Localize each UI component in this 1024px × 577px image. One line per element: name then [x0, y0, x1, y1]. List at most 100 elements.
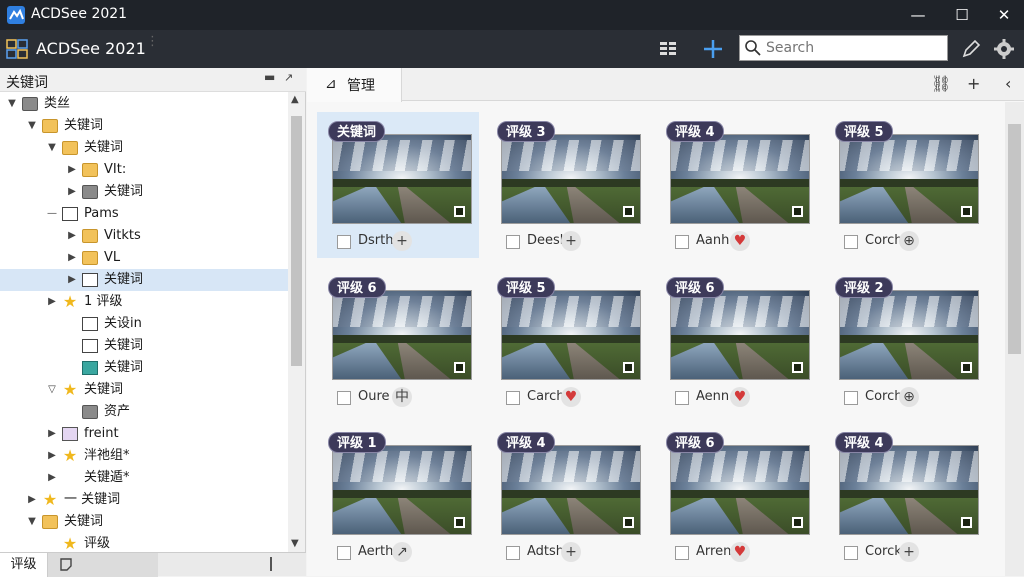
- select-checkbox[interactable]: [844, 391, 858, 405]
- thumbnail-image[interactable]: [670, 134, 810, 224]
- expand-corner-icon[interactable]: [623, 517, 634, 528]
- close-button[interactable]: ✕: [984, 0, 1024, 30]
- tree-scrollbar[interactable]: ▲ ▼: [288, 92, 305, 552]
- thumbnail-image[interactable]: [501, 134, 641, 224]
- thumbnail-card[interactable]: 评级 4 Adtsh +: [486, 423, 648, 569]
- thumbnail-image[interactable]: [501, 445, 641, 535]
- tree-node[interactable]: ▶ VL: [0, 247, 288, 269]
- thumbnail-card[interactable]: 评级 6 Aenn ♥: [655, 268, 817, 414]
- tree-node[interactable]: ▶ ★ 泮祂组*: [0, 445, 288, 467]
- expand-corner-icon[interactable]: [454, 517, 465, 528]
- thumbnail-image[interactable]: [839, 290, 979, 380]
- tree-expander-icon[interactable]: ▶: [46, 291, 58, 313]
- select-checkbox[interactable]: [337, 546, 351, 560]
- expand-corner-icon[interactable]: [792, 362, 803, 373]
- select-checkbox[interactable]: [675, 546, 689, 560]
- tab-ratings[interactable]: 评级: [0, 553, 48, 577]
- card-action-icon[interactable]: ⊕: [899, 231, 919, 251]
- thumbnail-card[interactable]: 评级 4 Aanh ♥: [655, 112, 817, 258]
- tree-expander-icon[interactable]: ▶: [46, 423, 58, 445]
- tree-expander-icon[interactable]: ▶: [66, 269, 78, 291]
- settings-gear-icon[interactable]: [991, 37, 1017, 61]
- tree-expander-icon[interactable]: ▽: [46, 379, 58, 401]
- card-action-icon[interactable]: +: [561, 542, 581, 562]
- tree-node[interactable]: ▶ 关键词: [0, 269, 288, 291]
- link-icon[interactable]: ⛓: [931, 74, 951, 93]
- thumbnail-image[interactable]: [332, 134, 472, 224]
- heart-icon[interactable]: ♥: [730, 542, 750, 562]
- select-checkbox[interactable]: [506, 546, 520, 560]
- select-checkbox[interactable]: [506, 235, 520, 249]
- expand-corner-icon[interactable]: [623, 206, 634, 217]
- toolbar-drag-handle[interactable]: ⋮: [146, 35, 159, 48]
- tree-expander-icon[interactable]: ▶: [46, 445, 58, 467]
- thumbnail-card[interactable]: 评级 1 Aerth ↗: [317, 423, 479, 569]
- tree-expander-icon[interactable]: ▶: [66, 159, 78, 181]
- heart-icon[interactable]: ♥: [730, 231, 750, 251]
- tree-node[interactable]: ▽ ★ 关键词: [0, 379, 288, 401]
- thumbnail-card[interactable]: 评级 6 Arren ♥: [655, 423, 817, 569]
- edit-pen-icon[interactable]: [958, 37, 984, 61]
- tree-expander-icon[interactable]: ▼: [26, 511, 38, 533]
- thumbnail-card[interactable]: 评级 3 Deesh +: [486, 112, 648, 258]
- tree-node[interactable]: ▶ ★ 一 关键词: [0, 489, 288, 511]
- search-input[interactable]: [766, 39, 944, 57]
- tree-expander-icon[interactable]: ▼: [6, 93, 18, 115]
- tree-expander-icon[interactable]: ▶: [26, 489, 38, 511]
- tree-node[interactable]: ▶ Vitkts: [0, 225, 288, 247]
- tree-node[interactable]: 关键词: [0, 357, 288, 379]
- thumbnail-image[interactable]: [501, 290, 641, 380]
- tab-manage[interactable]: ⊿ 管理: [307, 68, 402, 102]
- tree-node[interactable]: ▶ 关键遁*: [0, 467, 288, 489]
- select-checkbox[interactable]: [675, 235, 689, 249]
- tree-node[interactable]: ▼ 关键词: [0, 115, 288, 137]
- tree-expander-icon[interactable]: ▼: [46, 137, 58, 159]
- select-checkbox[interactable]: [675, 391, 689, 405]
- tree-expander-icon[interactable]: ▶: [66, 247, 78, 269]
- add-crosshair-icon[interactable]: [700, 37, 726, 61]
- expand-corner-icon[interactable]: [454, 362, 465, 373]
- select-checkbox[interactable]: [337, 235, 351, 249]
- thumbnail-image[interactable]: [332, 290, 472, 380]
- heart-icon[interactable]: ♥: [561, 387, 581, 407]
- card-action-icon[interactable]: ⊕: [899, 387, 919, 407]
- add-tab-button[interactable]: +: [967, 74, 980, 93]
- thumbnail-card[interactable]: 评级 6 Oure 中: [317, 268, 479, 414]
- tree-expander-icon[interactable]: ▶: [46, 467, 58, 489]
- expand-corner-icon[interactable]: [961, 517, 972, 528]
- tree-node[interactable]: — Pams: [0, 203, 288, 225]
- collapse-panel-button[interactable]: ‹: [1005, 74, 1011, 93]
- card-action-icon[interactable]: +: [392, 231, 412, 251]
- expand-corner-icon[interactable]: [961, 206, 972, 217]
- layout-icon[interactable]: [656, 37, 682, 61]
- tab-secondary[interactable]: [48, 553, 158, 577]
- grid-scrollbar[interactable]: [1005, 102, 1024, 576]
- grid-scrollbar-thumb[interactable]: [1008, 124, 1021, 354]
- tree-expander-icon[interactable]: —: [46, 203, 58, 225]
- scroll-up-arrow-icon[interactable]: ▲: [291, 94, 299, 105]
- expand-corner-icon[interactable]: [623, 362, 634, 373]
- card-action-icon[interactable]: ↗: [392, 542, 412, 562]
- tree-node[interactable]: ▶ VIt:: [0, 159, 288, 181]
- scroll-down-arrow-icon[interactable]: ▼: [291, 538, 299, 549]
- expand-corner-icon[interactable]: [792, 206, 803, 217]
- maximize-button[interactable]: ☐: [942, 0, 982, 30]
- thumbnail-image[interactable]: [839, 445, 979, 535]
- thumbnail-image[interactable]: [332, 445, 472, 535]
- expand-corner-icon[interactable]: [961, 362, 972, 373]
- thumbnail-card[interactable]: 评级 4 Corck +: [824, 423, 986, 569]
- search-box[interactable]: [739, 35, 948, 61]
- minimize-button[interactable]: —: [898, 0, 938, 30]
- tree-expander-icon[interactable]: ▶: [66, 181, 78, 203]
- thumbnail-card[interactable]: 评级 5 Carch ♥: [486, 268, 648, 414]
- tree-node[interactable]: ▶ ★ 1 评级: [0, 291, 288, 313]
- thumbnail-image[interactable]: [670, 445, 810, 535]
- tree-node[interactable]: ▼ 关键词: [0, 137, 288, 159]
- thumbnail-image[interactable]: [670, 290, 810, 380]
- card-action-icon[interactable]: 中: [392, 387, 412, 407]
- panel-pin-button[interactable]: ↗: [284, 71, 293, 84]
- thumbnail-image[interactable]: [839, 134, 979, 224]
- card-action-icon[interactable]: +: [561, 231, 581, 251]
- card-action-icon[interactable]: +: [899, 542, 919, 562]
- tree-node[interactable]: 关设in: [0, 313, 288, 335]
